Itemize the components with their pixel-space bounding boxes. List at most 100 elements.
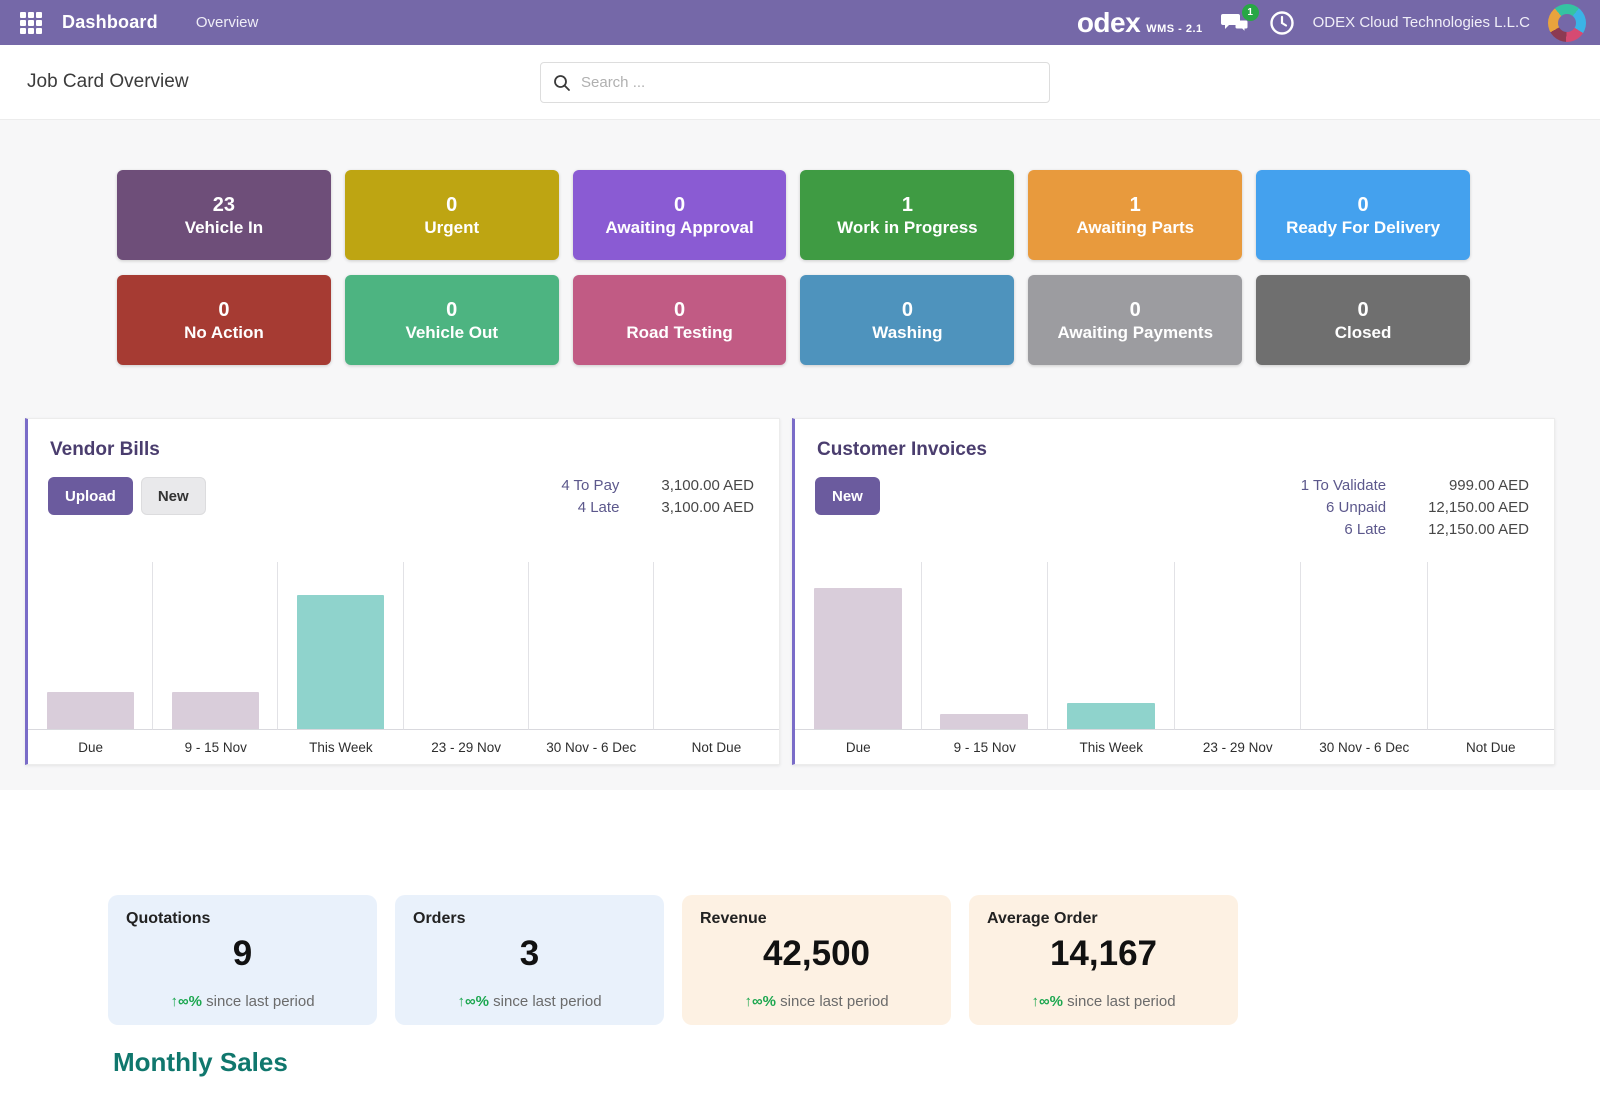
kpi-trend-line: ↑∞% since last period xyxy=(987,993,1220,1010)
search-input[interactable] xyxy=(581,74,1037,91)
tile-label: Urgent xyxy=(424,218,479,238)
stat-late-amount: 3,100.00 AED xyxy=(661,499,754,516)
kpi-trend-line: ↑∞% since last period xyxy=(413,993,646,1010)
chart-category-label: This Week xyxy=(278,730,403,764)
chart-category-label: 9 - 15 Nov xyxy=(922,730,1049,764)
chart-column: This Week xyxy=(1048,562,1175,764)
kpi-trend-line: ↑∞% since last period xyxy=(126,993,359,1010)
chart-column: Due xyxy=(28,562,153,764)
tile-closed[interactable]: 0 Closed xyxy=(1256,275,1470,365)
customer-invoices-stats: 1 To Validate 999.00 AED 6 Unpaid 12,150… xyxy=(1301,477,1529,538)
trend-up-infinity-icon: ↑∞% xyxy=(170,993,202,1010)
tile-label: Awaiting Approval xyxy=(605,218,753,238)
chart-column: Not Due xyxy=(1428,562,1555,764)
chart-bar[interactable] xyxy=(940,714,1028,729)
stat-to-pay[interactable]: 4 To Pay xyxy=(561,477,619,494)
chart-column: 30 Nov - 6 Dec xyxy=(529,562,654,764)
stat-to-validate-amount: 999.00 AED xyxy=(1428,477,1529,494)
apps-grid-icon[interactable] xyxy=(20,12,42,34)
stat-late[interactable]: 4 Late xyxy=(561,499,619,516)
customer-invoices-title[interactable]: Customer Invoices xyxy=(817,439,1554,461)
page-title: Job Card Overview xyxy=(27,71,189,93)
tile-count: 0 xyxy=(674,297,685,323)
chart-column: 23 - 29 Nov xyxy=(404,562,529,764)
brand-version: WMS - 2.1 xyxy=(1146,23,1202,35)
nav-item-overview[interactable]: Overview xyxy=(196,14,259,31)
tile-label: Vehicle Out xyxy=(405,323,498,343)
chart-column: 23 - 29 Nov xyxy=(1175,562,1302,764)
tile-awaiting-approval[interactable]: 0 Awaiting Approval xyxy=(573,170,787,260)
kpi-orders[interactable]: Orders 3 ↑∞% since last period xyxy=(395,895,664,1025)
chart-category-label: 30 Nov - 6 Dec xyxy=(529,730,654,764)
messages-button[interactable]: 1 xyxy=(1221,10,1251,36)
tile-vehicle-in[interactable]: 23 Vehicle In xyxy=(117,170,331,260)
kpi-label: Average Order xyxy=(987,910,1220,928)
chart-column: Due xyxy=(795,562,922,764)
chart-category-label: 23 - 29 Nov xyxy=(1175,730,1302,764)
tile-awaiting-parts[interactable]: 1 Awaiting Parts xyxy=(1028,170,1242,260)
chart-column: 30 Nov - 6 Dec xyxy=(1301,562,1428,764)
clock-icon xyxy=(1269,10,1295,36)
trend-up-infinity-icon: ↑∞% xyxy=(1031,993,1063,1010)
stat-unpaid[interactable]: 6 Unpaid xyxy=(1301,499,1386,516)
tile-ready-for-delivery[interactable]: 0 Ready For Delivery xyxy=(1256,170,1470,260)
tile-road-testing[interactable]: 0 Road Testing xyxy=(573,275,787,365)
customer-invoices-chart: Due9 - 15 NovThis Week23 - 29 Nov30 Nov … xyxy=(795,562,1554,764)
app-title[interactable]: Dashboard xyxy=(62,12,158,33)
kpi-revenue[interactable]: Revenue 42,500 ↑∞% since last period xyxy=(682,895,951,1025)
kpi-value: 3 xyxy=(413,934,646,974)
chart-category-label: 30 Nov - 6 Dec xyxy=(1301,730,1428,764)
chart-bar[interactable] xyxy=(297,595,384,729)
new-invoice-button[interactable]: New xyxy=(815,477,880,515)
trend-up-infinity-icon: ↑∞% xyxy=(457,993,489,1010)
vendor-bills-stats: 4 To Pay 3,100.00 AED 4 Late 3,100.00 AE… xyxy=(561,477,754,516)
tile-washing[interactable]: 0 Washing xyxy=(800,275,1014,365)
chart-bar[interactable] xyxy=(1067,703,1155,729)
odex-logo: odex WMS - 2.1 xyxy=(1077,7,1203,39)
tile-count: 0 xyxy=(674,192,685,218)
new-bill-button[interactable]: New xyxy=(141,477,206,515)
chart-category-label: Not Due xyxy=(1428,730,1555,764)
company-name[interactable]: ODEX Cloud Technologies L.L.C xyxy=(1313,14,1530,31)
chart-column: Not Due xyxy=(654,562,779,764)
tile-vehicle-out[interactable]: 0 Vehicle Out xyxy=(345,275,559,365)
tile-no-action[interactable]: 0 No Action xyxy=(117,275,331,365)
unread-count-badge: 1 xyxy=(1242,4,1259,21)
stat-to-validate[interactable]: 1 To Validate xyxy=(1301,477,1386,494)
tile-count: 0 xyxy=(446,192,457,218)
dashboard-body: 23 Vehicle In 0 Urgent 0 Awaiting Approv… xyxy=(0,120,1600,790)
vendor-bills-card: Vendor Bills Upload New 4 To Pay 3,100.0… xyxy=(25,418,780,765)
upload-button[interactable]: Upload xyxy=(48,477,133,515)
search-icon xyxy=(553,74,571,92)
vendor-bills-title[interactable]: Vendor Bills xyxy=(50,439,779,461)
tile-count: 23 xyxy=(213,192,235,218)
activities-button[interactable] xyxy=(1269,10,1295,36)
user-avatar[interactable] xyxy=(1548,4,1586,42)
chart-bar[interactable] xyxy=(172,692,259,729)
kpi-value: 9 xyxy=(126,934,359,974)
chart-column: 9 - 15 Nov xyxy=(922,562,1049,764)
tile-work-in-progress[interactable]: 1 Work in Progress xyxy=(800,170,1014,260)
kpi-trend-suffix: since last period xyxy=(776,993,889,1010)
kpi-trend-suffix: since last period xyxy=(1063,993,1176,1010)
kpi-value: 14,167 xyxy=(987,934,1220,974)
stat-late[interactable]: 6 Late xyxy=(1301,521,1386,538)
chart-category-label: 23 - 29 Nov xyxy=(404,730,529,764)
status-tile-grid: 23 Vehicle In 0 Urgent 0 Awaiting Approv… xyxy=(117,170,1470,365)
kpi-trend-suffix: since last period xyxy=(489,993,602,1010)
kpi-trend-line: ↑∞% since last period xyxy=(700,993,933,1010)
tile-label: Vehicle In xyxy=(185,218,263,238)
tile-awaiting-payments[interactable]: 0 Awaiting Payments xyxy=(1028,275,1242,365)
search-box[interactable] xyxy=(540,62,1050,103)
tile-label: No Action xyxy=(184,323,264,343)
tile-count: 0 xyxy=(446,297,457,323)
chart-bar[interactable] xyxy=(47,692,134,729)
tile-urgent[interactable]: 0 Urgent xyxy=(345,170,559,260)
tile-count: 0 xyxy=(902,297,913,323)
chart-bar[interactable] xyxy=(814,588,902,729)
kpi-average-order[interactable]: Average Order 14,167 ↑∞% since last peri… xyxy=(969,895,1238,1025)
tile-label: Awaiting Payments xyxy=(1057,323,1213,343)
tile-label: Work in Progress xyxy=(837,218,977,238)
kpi-quotations[interactable]: Quotations 9 ↑∞% since last period xyxy=(108,895,377,1025)
chart-category-label: Due xyxy=(28,730,153,764)
